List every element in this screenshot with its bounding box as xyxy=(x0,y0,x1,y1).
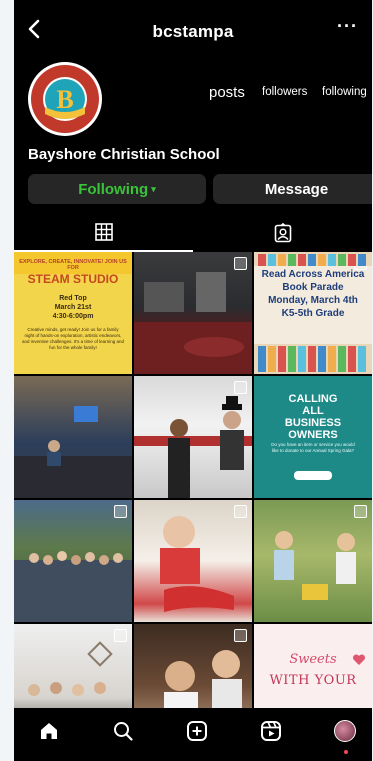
nav-search[interactable] xyxy=(108,716,138,746)
chevron-down-icon: ▾ xyxy=(151,183,156,194)
tab-grid[interactable] xyxy=(14,214,193,252)
post-read-across-america[interactable]: Read Across America Book Parade Monday, … xyxy=(254,252,372,374)
posts-stat[interactable]: posts xyxy=(209,84,245,101)
post-photo-classroom[interactable] xyxy=(14,624,132,708)
nav-home[interactable] xyxy=(34,716,64,746)
bottom-nav xyxy=(14,708,372,761)
post-cta-pill xyxy=(294,471,332,480)
nav-create[interactable] xyxy=(182,716,212,746)
message-button-label: Message xyxy=(264,180,329,198)
multi-photo-icon xyxy=(114,505,127,518)
reels-icon xyxy=(261,721,281,741)
nav-profile[interactable] xyxy=(330,716,360,754)
post-small-text: Do you have an item or service you would… xyxy=(271,442,355,453)
profile-display-name: Bayshore Christian School xyxy=(28,146,220,163)
profile-username: bcstampa xyxy=(152,22,234,41)
post-photo-auditorium[interactable] xyxy=(14,376,132,498)
nav-reels[interactable] xyxy=(256,716,286,746)
photo-scene xyxy=(160,516,234,612)
more-options-button[interactable]: ··· xyxy=(337,16,358,37)
following-button-label: Following xyxy=(78,180,149,198)
post-photo-group[interactable] xyxy=(14,500,132,622)
school-logo: B xyxy=(29,63,101,135)
post-heading-text: WITH YOUR xyxy=(269,673,357,688)
post-body: Creative minds, get ready! Join us for a… xyxy=(22,327,124,350)
profile-avatar-icon xyxy=(334,720,356,742)
post-title: STEAM STUDIO xyxy=(27,272,119,286)
post-photo-hall[interactable] xyxy=(134,252,252,374)
top-bar: bcstampa ··· xyxy=(14,0,372,58)
post-photo-outdoor-girls[interactable] xyxy=(254,500,372,622)
search-icon xyxy=(114,722,133,741)
multi-photo-icon xyxy=(234,505,247,518)
following-button[interactable]: Following ▾ xyxy=(28,174,206,204)
plus-square-icon xyxy=(187,721,207,741)
multi-photo-icon xyxy=(234,381,247,394)
profile-tabs xyxy=(14,214,372,252)
photo-scene xyxy=(14,406,132,498)
post-sweets-with-your[interactable]: Sweets WITH YOUR xyxy=(254,624,372,708)
photo-scene xyxy=(274,531,356,600)
tab-tagged[interactable] xyxy=(193,214,372,252)
photo-scene xyxy=(134,272,252,374)
post-details: Red Top March 21st 4:30-6:00pm xyxy=(52,295,94,320)
profile-avatar[interactable]: B xyxy=(28,62,102,136)
photo-scene xyxy=(14,551,132,622)
post-photo-painting[interactable] xyxy=(134,500,252,622)
multi-photo-icon xyxy=(234,629,247,642)
grid-icon xyxy=(94,223,113,241)
post-script-text: Sweets xyxy=(289,652,337,667)
logo-letter: B xyxy=(56,85,73,114)
post-calling-business-owners[interactable]: CALLING ALL BUSINESS OWNERS Do you have … xyxy=(254,376,372,498)
post-photo-student-lincoln[interactable] xyxy=(134,376,252,498)
post-text: CALLING ALL BUSINESS OWNERS xyxy=(284,393,342,441)
post-steam-studio[interactable]: EXPLORE, CREATE, INNOVATE! JOIN US FOR S… xyxy=(14,252,132,374)
post-header-band: EXPLORE, CREATE, INNOVATE! JOIN US FOR xyxy=(14,252,132,274)
tagged-person-icon xyxy=(274,223,291,243)
multi-photo-icon xyxy=(114,629,127,642)
post-text: Read Across America Book Parade Monday, … xyxy=(261,269,365,319)
multi-photo-icon xyxy=(354,505,367,518)
following-stat[interactable]: following xyxy=(322,86,367,98)
post-header-text: EXPLORE, CREATE, INNOVATE! JOIN US FOR xyxy=(19,259,127,271)
profile-screen: bcstampa ··· B posts followers following… xyxy=(14,0,372,761)
posts-grid: EXPLORE, CREATE, INNOVATE! JOIN US FOR S… xyxy=(14,252,372,708)
home-icon xyxy=(41,723,57,739)
post-photo-boys[interactable] xyxy=(134,624,252,708)
followers-stat[interactable]: followers xyxy=(262,86,307,98)
notification-dot xyxy=(344,750,348,754)
message-button[interactable]: Message xyxy=(213,174,372,204)
photo-scene xyxy=(134,396,252,498)
multi-photo-icon xyxy=(234,257,247,270)
